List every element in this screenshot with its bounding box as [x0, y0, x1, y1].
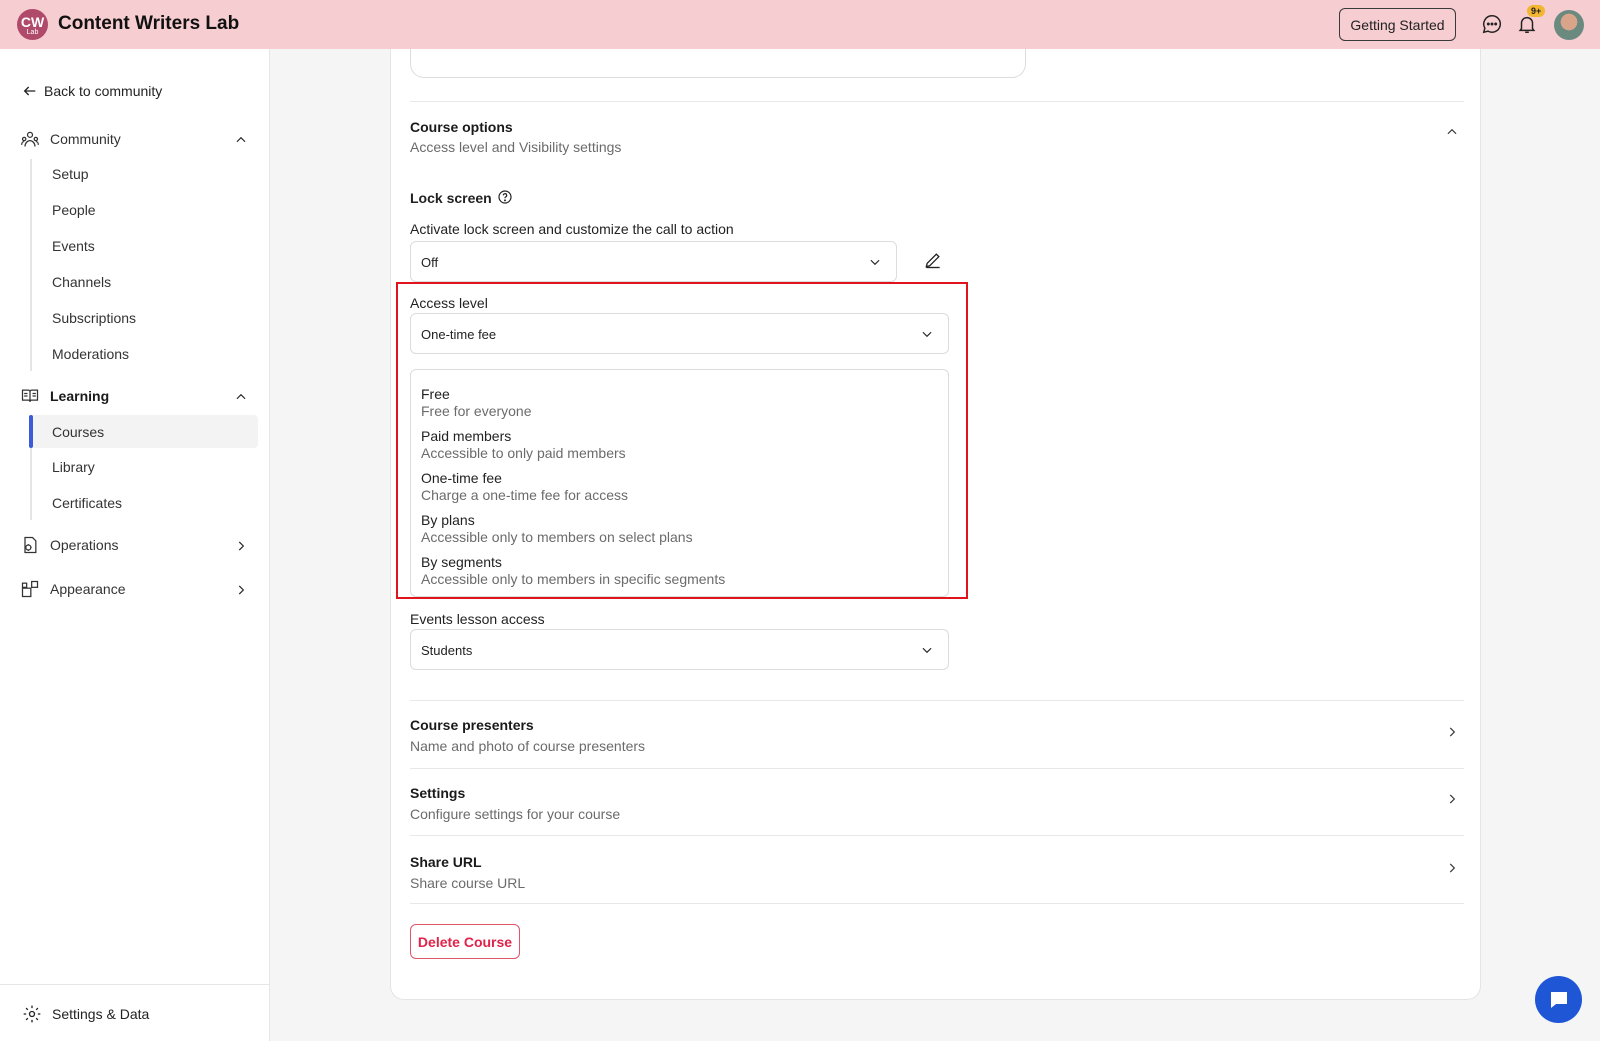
- nav-appearance[interactable]: Appearance: [20, 579, 126, 599]
- lock-screen-label: Lock screen: [410, 190, 492, 206]
- lock-screen-select[interactable]: Off: [410, 241, 897, 282]
- pencil-icon[interactable]: [923, 250, 943, 270]
- notification-badge: 9+: [1527, 5, 1546, 17]
- gear-icon: [23, 1005, 41, 1023]
- learning-label: Learning: [50, 388, 110, 404]
- community-label: Community: [50, 131, 121, 147]
- access-level-value: One-time fee: [421, 327, 497, 342]
- access-level-select[interactable]: One-time fee: [410, 313, 949, 354]
- sidebar-footer: Settings & Data: [0, 984, 270, 1041]
- chevron-up-icon[interactable]: [1445, 125, 1459, 139]
- divider: [410, 903, 1464, 904]
- chevron-right-icon[interactable]: [234, 583, 248, 597]
- option-free[interactable]: Free Free for everyone: [421, 386, 532, 419]
- chevron-right-icon[interactable]: [1445, 861, 1459, 875]
- access-level-dropdown: Free Free for everyone Paid members Acce…: [410, 369, 949, 597]
- option-by-plans[interactable]: By plans Accessible only to members on s…: [421, 512, 693, 545]
- logo-text: CW: [20, 14, 45, 30]
- delete-course-button[interactable]: Delete Course: [410, 924, 520, 959]
- divider: [410, 700, 1464, 701]
- community-icon: [21, 131, 39, 147]
- chevron-down-icon: [922, 647, 932, 654]
- top-bar: CW Lab Content Writers Lab Getting Start…: [0, 0, 1600, 49]
- back-to-community-link[interactable]: Back to community: [22, 83, 162, 99]
- community-subtree-line: [30, 159, 32, 371]
- option-desc: Accessible only to members on select pla…: [421, 529, 693, 545]
- option-one-time-fee[interactable]: One-time fee Charge a one-time fee for a…: [421, 470, 628, 503]
- book-icon: [21, 389, 39, 402]
- share-url-title[interactable]: Share URL: [410, 854, 482, 870]
- chevron-down-icon: [922, 331, 932, 338]
- option-title: One-time fee: [421, 470, 502, 486]
- chevron-right-icon[interactable]: [234, 539, 248, 553]
- option-title: Paid members: [421, 428, 512, 444]
- sidebar-item-channels[interactable]: Channels: [52, 274, 111, 290]
- lock-screen-description: Activate lock screen and customize the c…: [410, 221, 734, 237]
- events-lesson-access-select[interactable]: Students: [410, 629, 949, 670]
- active-indicator: [29, 415, 33, 448]
- chevron-up-icon[interactable]: [234, 133, 248, 147]
- option-desc: Free for everyone: [421, 403, 532, 419]
- chat-icon[interactable]: [1481, 13, 1503, 35]
- help-icon[interactable]: [497, 189, 513, 205]
- option-by-segments[interactable]: By segments Accessible only to members i…: [421, 554, 725, 587]
- events-lesson-access-value: Students: [421, 643, 473, 658]
- option-desc: Charge a one-time fee for access: [421, 487, 628, 503]
- app-title[interactable]: Content Writers Lab: [58, 13, 239, 35]
- support-chat-button[interactable]: [1535, 976, 1582, 1023]
- course-settings-card: Course options Access level and Visibili…: [390, 49, 1481, 1000]
- sidebar-item-people[interactable]: People: [52, 202, 96, 218]
- nav-operations[interactable]: Operations: [20, 535, 118, 555]
- option-desc: Accessible only to members in specific s…: [421, 571, 726, 587]
- chevron-right-icon[interactable]: [1445, 792, 1459, 806]
- course-options-subtitle: Access level and Visibility settings: [410, 139, 622, 155]
- option-title: By segments: [421, 554, 502, 570]
- option-title: By plans: [421, 512, 475, 528]
- sidebar-item-certificates[interactable]: Certificates: [52, 495, 122, 511]
- nav-community[interactable]: Community: [20, 129, 121, 149]
- chevron-up-icon[interactable]: [234, 390, 248, 404]
- sidebar-item-events[interactable]: Events: [52, 238, 95, 254]
- settings-section-subtitle: Configure settings for your course: [410, 806, 621, 822]
- settings-section-title[interactable]: Settings: [410, 785, 465, 801]
- settings-data-label: Settings & Data: [52, 1006, 150, 1022]
- divider: [410, 101, 1464, 102]
- course-presenters-title[interactable]: Course presenters: [410, 717, 534, 733]
- sidebar-item-subscriptions[interactable]: Subscriptions: [52, 310, 136, 326]
- community-logo[interactable]: CW Lab: [17, 9, 48, 40]
- divider: [410, 835, 1464, 836]
- lock-screen-value: Off: [421, 255, 439, 270]
- back-label: Back to community: [44, 83, 163, 99]
- share-url-subtitle: Share course URL: [410, 875, 526, 891]
- sidebar: Back to community Community Setup People…: [0, 49, 270, 1041]
- nav-learning[interactable]: Learning: [20, 386, 109, 406]
- option-paid-members[interactable]: Paid members Accessible to only paid mem…: [421, 428, 626, 461]
- logo-sub: Lab: [26, 29, 39, 36]
- operations-icon: [24, 536, 37, 554]
- option-title: Free: [421, 386, 450, 402]
- appearance-icon: [21, 580, 39, 598]
- events-lesson-access-label: Events lesson access: [410, 611, 545, 627]
- appearance-label: Appearance: [50, 581, 126, 597]
- avatar[interactable]: [1554, 10, 1584, 40]
- chat-bubble-icon: [1550, 991, 1567, 1008]
- option-desc: Accessible to only paid members: [421, 445, 626, 461]
- chevron-right-icon[interactable]: [1445, 725, 1459, 739]
- course-presenters-subtitle: Name and photo of course presenters: [410, 738, 646, 754]
- getting-started-button[interactable]: Getting Started: [1339, 8, 1456, 41]
- arrow-left-icon: [23, 86, 36, 96]
- sidebar-item-library[interactable]: Library: [52, 459, 95, 475]
- settings-data-link[interactable]: Settings & Data: [22, 1004, 149, 1024]
- divider: [410, 768, 1464, 769]
- sidebar-item-courses[interactable]: Courses: [30, 415, 258, 448]
- access-level-label: Access level: [410, 295, 488, 311]
- operations-label: Operations: [50, 537, 119, 553]
- previous-field[interactable]: [410, 49, 1026, 78]
- sidebar-item-setup[interactable]: Setup: [52, 166, 89, 182]
- chevron-down-icon: [870, 259, 880, 266]
- course-options-title[interactable]: Course options: [410, 119, 513, 135]
- sidebar-item-moderations[interactable]: Moderations: [52, 346, 129, 362]
